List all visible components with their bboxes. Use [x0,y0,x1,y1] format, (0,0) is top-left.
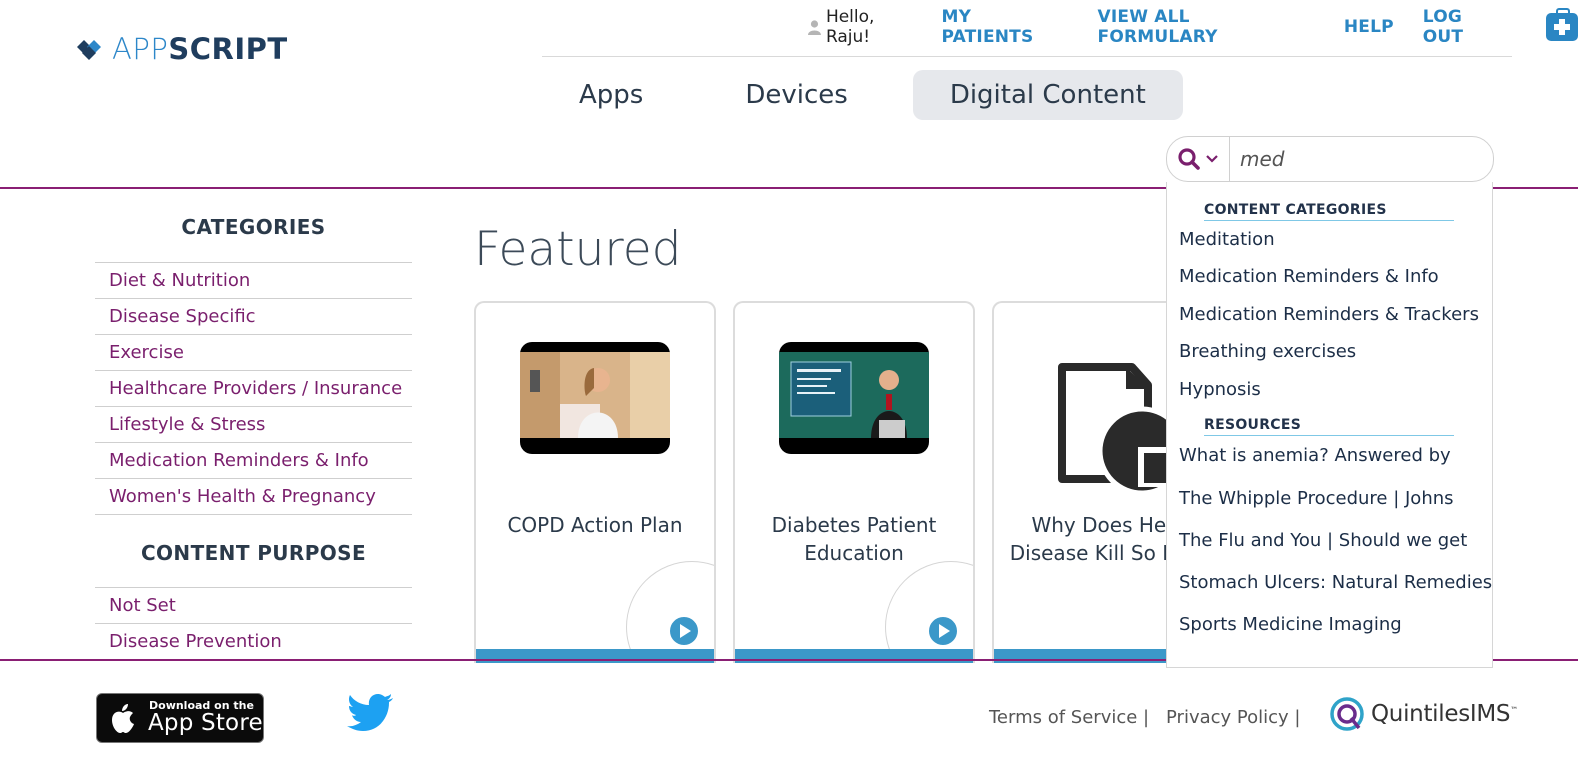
content-card[interactable]: Diabetes Patient Education [733,301,975,663]
my-patients-link[interactable]: MY PATIENTS [941,7,1068,47]
suggestion-hypnosis[interactable]: Hypnosis [1179,379,1261,400]
logo-text-bold: SCRIPT [168,32,288,66]
sidebar: CATEGORIES Diet & Nutrition Disease Spec… [95,200,412,660]
sidebar-item-diet-nutrition[interactable]: Diet & Nutrition [95,263,412,299]
user-icon [808,19,821,35]
content-card[interactable]: COPD Action Plan [474,301,716,663]
logo-text-thin: APP [112,32,169,66]
tab-digital-content[interactable]: Digital Content [912,70,1183,120]
sidebar-item-womens-health[interactable]: Women's Health & Pregnancy [95,479,412,515]
resources-heading: RESOURCES [1204,417,1454,436]
app-store-big-text: App Store [148,710,263,736]
play-arc-decoration [626,561,714,663]
chevron-down-icon [1206,155,1218,163]
suggestion-meditation[interactable]: Meditation [1179,229,1275,250]
header-divider [542,56,1512,57]
quintiles-mark-icon [1330,697,1364,731]
sidebar-item-disease-prevention[interactable]: Disease Prevention [95,624,412,660]
suggestion-resource[interactable]: Sports Medicine Imaging [1179,614,1402,635]
sidebar-item-medication-reminders[interactable]: Medication Reminders & Info [95,443,412,479]
log-out-link[interactable]: LOG OUT [1423,7,1508,47]
app-store-badge[interactable]: Download on the App Store [96,693,264,743]
sidebar-item-lifestyle-stress[interactable]: Lifestyle & Stress [95,407,412,443]
presenter-video-thumbnail [779,342,929,454]
twitter-icon[interactable] [347,693,395,733]
purpose-list: Not Set Disease Prevention [95,587,412,660]
doctor-video-thumbnail [520,342,670,454]
terms-of-service-link[interactable]: Terms of Service | [989,707,1149,728]
search-icon [1178,148,1200,170]
card-title: Diabetes Patient Education [771,513,937,565]
suggestion-resource[interactable]: The Whipple Procedure | Johns [1179,488,1454,509]
suggestion-resource[interactable]: Stomach Ulcers: Natural Remedies [1179,572,1492,593]
play-icon[interactable] [927,615,959,647]
card-title: COPD Action Plan [507,513,683,537]
play-icon[interactable] [668,615,700,647]
search-input[interactable] [1238,146,1482,172]
privacy-policy-link[interactable]: Privacy Policy | [1166,707,1300,728]
logo-mark-icon [77,40,101,60]
sidebar-item-disease-specific[interactable]: Disease Specific [95,299,412,335]
suggestion-resource[interactable]: What is anemia? Answered by [1179,445,1451,466]
search-type-button[interactable] [1167,137,1230,181]
featured-heading: Featured [474,222,682,277]
search-suggestions-dropdown: CONTENT CATEGORIES Meditation Medication… [1166,182,1493,668]
sidebar-item-not-set[interactable]: Not Set [95,588,412,624]
apple-icon [112,704,134,733]
greeting-text: Hello, Raju! [825,7,875,47]
quintiles-name: QuintilesIMS [1371,701,1511,727]
help-link[interactable]: HELP [1344,17,1394,37]
sidebar-item-exercise[interactable]: Exercise [95,335,412,371]
content-categories-heading: CONTENT CATEGORIES [1204,202,1454,221]
sidebar-item-healthcare-providers[interactable]: Healthcare Providers / Insurance [95,371,412,407]
search-bar [1166,136,1494,182]
quintiles-text: QuintilesIMS™ [1371,701,1518,727]
top-navigation: Hello, Raju! MY PATIENTS VIEW ALL FORMUL… [808,7,1578,47]
suggestion-medication-reminders-trackers[interactable]: Medication Reminders & Trackers [1179,304,1479,325]
suggestion-resource[interactable]: The Flu and You | Should we get [1179,530,1467,551]
categories-heading: CATEGORIES [181,215,326,239]
logo-text: APPSCRIPT [112,32,288,66]
suggestion-breathing-exercises[interactable]: Breathing exercises [1179,341,1356,362]
view-all-formulary-link[interactable]: VIEW ALL FORMULARY [1098,7,1315,47]
tab-apps[interactable]: Apps [542,70,680,120]
trademark-mark: ™ [1510,705,1518,715]
user-greeting: Hello, Raju! [808,7,923,47]
document-icon [1058,363,1174,493]
appscript-logo[interactable]: APPSCRIPT [76,32,288,66]
play-arc-decoration [885,561,973,663]
content-purpose-heading: CONTENT PURPOSE [140,541,367,565]
suggestion-medication-reminders-info[interactable]: Medication Reminders & Info [1179,266,1439,287]
medical-kit-icon[interactable] [1546,8,1578,41]
content-tabs: Apps Devices Digital Content [542,70,1183,120]
tab-devices[interactable]: Devices [708,70,884,120]
categories-list: Diet & Nutrition Disease Specific Exerci… [95,262,412,515]
quintilesims-logo[interactable]: QuintilesIMS™ [1329,696,1518,732]
